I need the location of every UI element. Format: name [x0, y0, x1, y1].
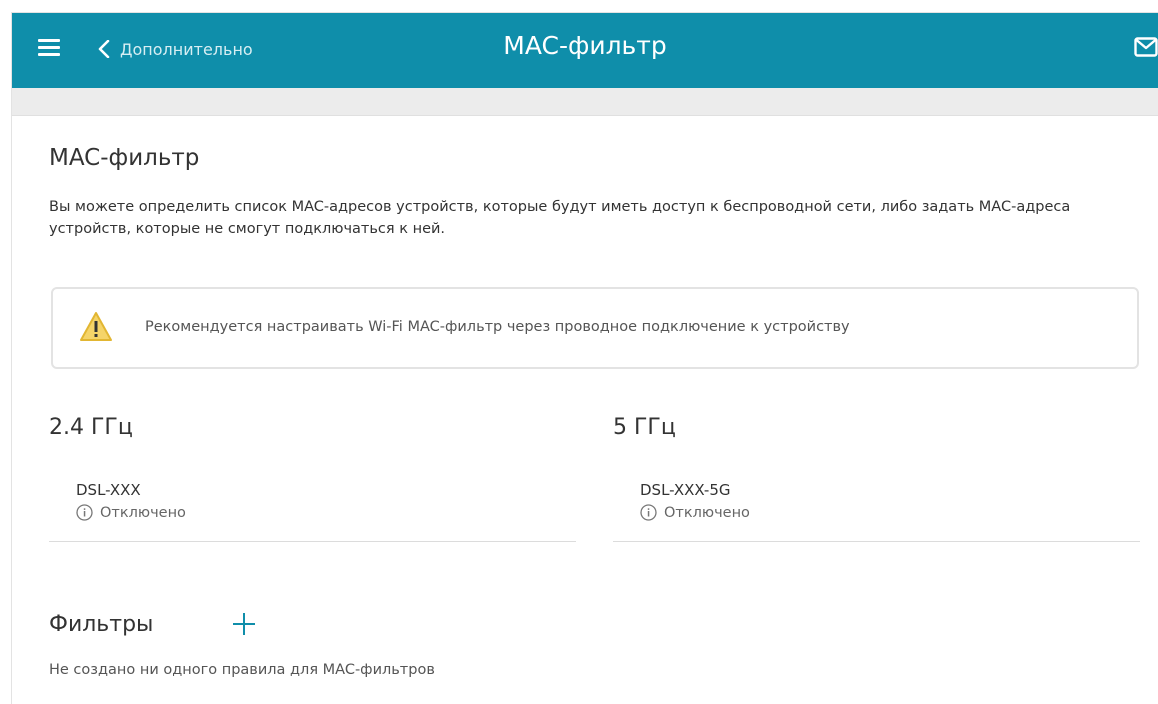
warning-banner: Рекомендуется настраивать Wi-Fi MAC-филь…	[51, 287, 1139, 369]
app-window: Дополнительно MAC-фильтр MAC-фильтр Вы м…	[11, 12, 1158, 704]
network-name: DSL-XXX-5G	[640, 481, 731, 499]
mail-icon[interactable]	[1134, 37, 1158, 57]
empty-filters-note: Не создано ни одного правила для MAC-фил…	[49, 662, 435, 678]
band-title: 5 ГГц	[613, 415, 676, 440]
page-title: MAC-фильтр	[503, 31, 667, 60]
plus-icon	[233, 613, 256, 635]
warning-text: Рекомендуется настраивать Wi-Fi MAC-филь…	[145, 319, 850, 335]
filters-title: Фильтры	[49, 611, 154, 637]
section-heading: MAC-фильтр	[49, 145, 200, 171]
network-name: DSL-XXX	[76, 481, 141, 499]
network-item-dsl-xxx-5g[interactable]: DSL-XXX-5G Отключено	[613, 477, 1140, 542]
band-2-4ghz: 2.4 ГГц DSL-XXX Отключено	[49, 415, 576, 542]
info-icon	[640, 504, 657, 521]
network-status: Отключено	[640, 504, 750, 521]
header-shadow-band	[12, 88, 1158, 116]
network-item-dsl-xxx[interactable]: DSL-XXX Отключено	[49, 477, 576, 542]
band-5ghz: 5 ГГц DSL-XXX-5G Отключено	[613, 415, 1140, 542]
status-label: Отключено	[664, 504, 750, 521]
filters-header: Фильтры	[49, 609, 259, 639]
section-description: Вы можете определить список MAC-адресов …	[49, 199, 1071, 237]
add-filter-button[interactable]	[229, 609, 259, 639]
info-icon	[76, 504, 93, 521]
band-title: 2.4 ГГц	[49, 415, 133, 440]
network-status: Отключено	[76, 504, 186, 521]
warning-icon	[80, 312, 112, 341]
top-bar: Дополнительно MAC-фильтр	[12, 13, 1158, 88]
status-label: Отключено	[100, 504, 186, 521]
